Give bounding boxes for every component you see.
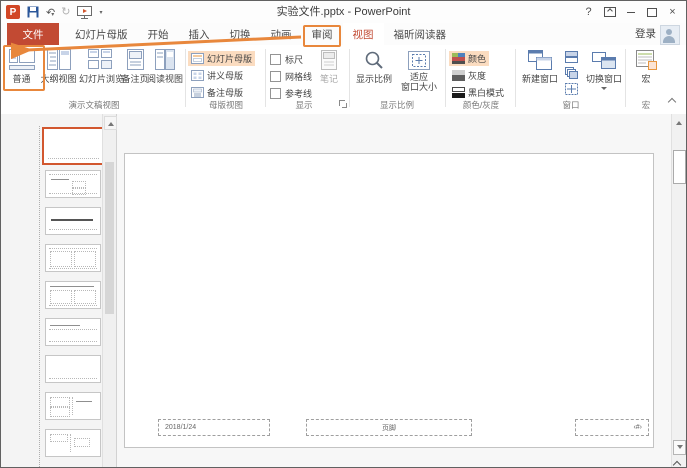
qat-customize-icon[interactable]: ▾ xyxy=(99,9,102,16)
color-mode-icon xyxy=(452,53,465,64)
macros-icon xyxy=(631,48,661,70)
checkbox-icon[interactable] xyxy=(270,71,281,82)
tab-view[interactable]: 视图 xyxy=(342,23,384,45)
start-slideshow-icon[interactable] xyxy=(77,5,93,19)
slide-thumbnail[interactable] xyxy=(45,244,101,272)
master-hierarchy-line xyxy=(39,126,40,467)
account-avatar[interactable] xyxy=(660,25,680,45)
new-window-icon xyxy=(519,48,561,70)
switch-windows-button[interactable]: 切换窗口 xyxy=(583,48,625,92)
thumbnail-scrollbar-thumb[interactable] xyxy=(105,162,114,314)
powerpoint-logo-icon: P xyxy=(6,5,20,19)
black-white-icon xyxy=(452,87,465,98)
show-dialog-launcher-icon[interactable] xyxy=(339,100,347,108)
slide-thumbnail[interactable] xyxy=(45,355,101,383)
new-window-button[interactable]: 新建窗口 xyxy=(519,48,561,92)
title-bar: P ↶▾ ↻ ▾ 实验文件.pptx - PowerPoint ? × xyxy=(1,1,686,23)
slide-thumbnail[interactable] xyxy=(45,281,101,309)
move-split-icon xyxy=(565,83,578,95)
move-split-button[interactable] xyxy=(565,82,578,100)
save-icon[interactable] xyxy=(27,6,39,18)
notes-master-button[interactable]: 备注母版 xyxy=(188,85,246,100)
slide-thumbnail[interactable] xyxy=(45,170,101,198)
thumbnail-scrollbar[interactable] xyxy=(102,114,117,467)
undo-icon[interactable]: ↶▾ xyxy=(46,3,55,21)
workspace: 2018/1/24 页脚 ‹#› xyxy=(1,114,686,467)
redo-icon[interactable]: ↻ xyxy=(61,6,70,18)
cascade-icon xyxy=(565,67,578,79)
quick-access-toolbar: P ↶▾ ↻ ▾ xyxy=(6,1,102,23)
group-label-zoom: 显示比例 xyxy=(379,100,414,110)
fit-to-window-icon xyxy=(397,48,441,70)
main-scrollbar-thumb[interactable] xyxy=(673,150,686,184)
switch-windows-dropdown-icon xyxy=(601,87,607,93)
black-white-button[interactable]: 黑白模式 xyxy=(449,85,507,100)
notes-icon xyxy=(313,48,345,70)
main-scrollbar[interactable] xyxy=(671,114,686,467)
slide-thumbnail-panel xyxy=(1,114,117,467)
close-button[interactable]: × xyxy=(662,3,683,21)
grayscale-button[interactable]: 灰度 xyxy=(449,68,489,83)
group-label-window: 窗口 xyxy=(562,100,580,110)
ribbon-display-options-button[interactable] xyxy=(599,3,620,21)
arrange-all-icon xyxy=(565,51,578,63)
annotation-arrow xyxy=(11,35,302,59)
macros-button[interactable]: 宏 xyxy=(631,48,661,92)
help-button[interactable]: ? xyxy=(578,3,599,21)
notes-button[interactable]: 笔记 xyxy=(313,48,345,92)
slide-thumbnail[interactable] xyxy=(45,392,101,420)
collapse-ribbon-icon[interactable] xyxy=(668,97,676,105)
slide-number-placeholder[interactable]: ‹#› xyxy=(575,419,649,436)
fit-to-window-button[interactable]: 适应 窗口大小 xyxy=(397,48,441,92)
maximize-button[interactable] xyxy=(641,3,662,21)
powerpoint-window: P ↶▾ ↻ ▾ 实验文件.pptx - PowerPoint ? × 文件 幻… xyxy=(0,0,687,468)
notes-master-icon xyxy=(191,87,204,98)
scroll-down-icon[interactable] xyxy=(673,440,686,455)
group-label-master-views: 母版视图 xyxy=(208,100,243,110)
slide-thumbnail[interactable] xyxy=(45,207,101,235)
slide-editing-area: 2018/1/24 页脚 ‹#› xyxy=(117,114,672,467)
slide-thumbnail[interactable] xyxy=(45,429,101,457)
group-label-macros: 宏 xyxy=(641,100,651,110)
scroll-up-icon[interactable] xyxy=(673,116,685,128)
sign-in-link[interactable]: 登录 xyxy=(635,23,656,45)
window-controls: ? × xyxy=(578,1,683,23)
switch-windows-icon xyxy=(583,48,625,70)
previous-slide-icon[interactable] xyxy=(672,459,685,467)
zoom-button[interactable]: 显示比例 xyxy=(355,48,393,92)
magnifier-icon xyxy=(355,48,393,70)
grayscale-icon xyxy=(452,70,465,81)
window-title: 实验文件.pptx - PowerPoint xyxy=(276,6,411,18)
scroll-up-icon[interactable] xyxy=(104,116,117,130)
thumbnail-slide-master-selected[interactable] xyxy=(42,127,105,165)
gridlines-checkbox[interactable]: 网格线 xyxy=(270,70,312,83)
checkbox-icon[interactable] xyxy=(270,88,281,99)
date-placeholder[interactable]: 2018/1/24 xyxy=(158,419,270,436)
minimize-button[interactable] xyxy=(620,3,641,21)
handout-master-button[interactable]: 讲义母版 xyxy=(188,68,246,83)
slide-thumbnail[interactable] xyxy=(45,318,101,346)
slide-canvas[interactable]: 2018/1/24 页脚 ‹#› xyxy=(124,153,654,448)
group-label-presentation-views: 演示文稿视图 xyxy=(68,100,120,110)
group-label-show: 显示 xyxy=(295,100,313,110)
handout-master-icon xyxy=(191,70,204,81)
footer-placeholder[interactable]: 页脚 xyxy=(306,419,472,436)
tab-foxit-reader[interactable]: 福昕阅读器 xyxy=(384,23,457,45)
color-button[interactable]: 颜色 xyxy=(449,51,490,66)
group-label-color-grayscale: 颜色/灰度 xyxy=(462,100,500,110)
